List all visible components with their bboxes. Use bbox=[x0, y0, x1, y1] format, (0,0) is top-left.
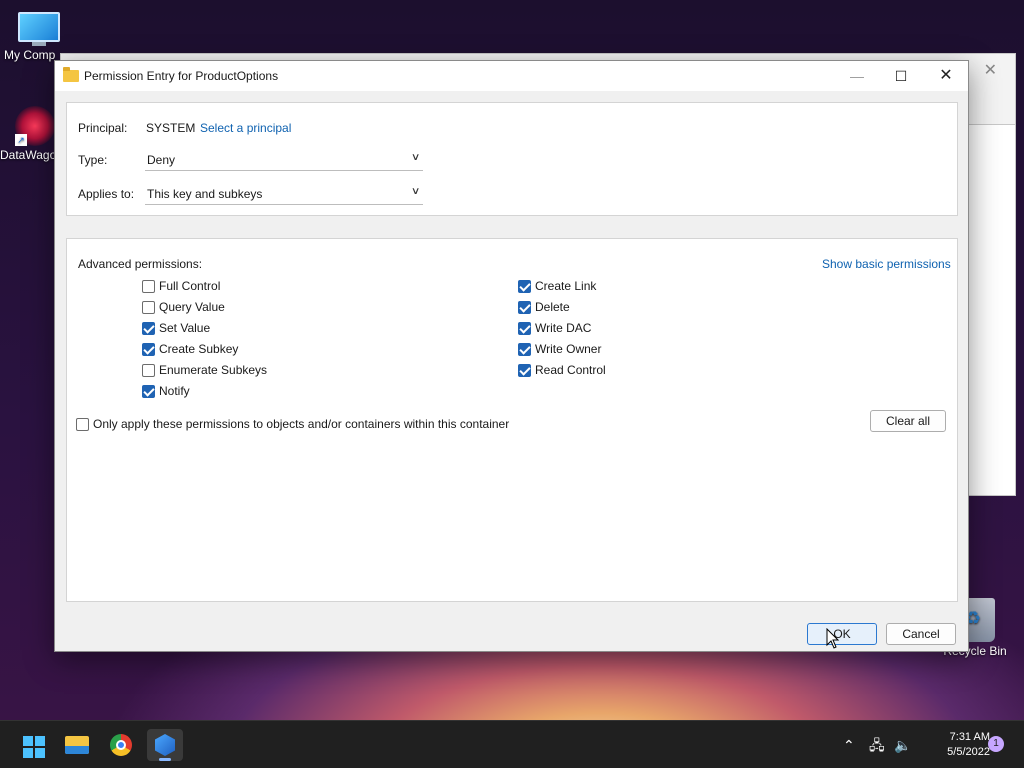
chrome-icon bbox=[110, 734, 132, 756]
permission-checkbox[interactable]: Write Owner bbox=[518, 341, 601, 357]
permission-label: Read Control bbox=[535, 363, 606, 377]
clear-all-button[interactable]: Clear all bbox=[870, 410, 946, 432]
principal-label: Principal: bbox=[78, 121, 128, 135]
background-window-pane bbox=[967, 124, 1015, 495]
clock-date: 5/5/2022 bbox=[947, 746, 990, 758]
taskbar-chrome[interactable] bbox=[103, 729, 139, 761]
chevron-down-icon: ∨ bbox=[410, 152, 421, 163]
principal-panel: Principal: SYSTEM Select a principal Typ… bbox=[66, 102, 958, 216]
checkbox-box[interactable] bbox=[518, 342, 531, 356]
checkbox-box[interactable] bbox=[518, 363, 531, 377]
permission-label: Notify bbox=[159, 384, 190, 398]
clock[interactable]: 7:31 AM 5/5/2022 bbox=[920, 730, 990, 760]
applies-to-label: Applies to: bbox=[78, 187, 135, 201]
checkbox-box[interactable] bbox=[518, 279, 531, 293]
chevron-down-icon: ∨ bbox=[410, 186, 421, 197]
permission-label: Write Owner bbox=[535, 342, 602, 356]
permission-checkbox[interactable]: Notify bbox=[142, 383, 190, 399]
permission-checkbox[interactable]: Enumerate Subkeys bbox=[142, 362, 267, 378]
checkbox-box[interactable] bbox=[142, 321, 155, 335]
type-dropdown-value: Deny bbox=[147, 153, 176, 167]
file-explorer-icon bbox=[65, 736, 89, 754]
advanced-permissions-panel: Advanced permissions: Show basic permiss… bbox=[66, 238, 958, 602]
start-button[interactable] bbox=[14, 729, 50, 761]
chevron-up-icon[interactable]: ⌃ bbox=[843, 721, 855, 768]
permission-checkbox[interactable]: Read Control bbox=[518, 362, 606, 378]
dialog-title: Permission Entry for ProductOptions bbox=[84, 69, 279, 83]
notification-badge[interactable]: 1 bbox=[988, 736, 1004, 752]
applies-to-dropdown-value: This key and subkeys bbox=[147, 187, 263, 201]
permission-entry-dialog: Permission Entry for ProductOptions — ☐ … bbox=[54, 60, 969, 652]
advanced-permissions-label: Advanced permissions: bbox=[78, 257, 203, 271]
checkbox-box[interactable] bbox=[518, 321, 531, 335]
checkbox-box[interactable] bbox=[142, 363, 155, 377]
permission-label: Set Value bbox=[159, 321, 211, 335]
permission-label: Create Subkey bbox=[159, 342, 239, 356]
volume-icon[interactable]: 🔈 bbox=[894, 721, 911, 768]
type-label: Type: bbox=[78, 153, 108, 167]
taskbar: ⌃ 🖧 🔈 7:31 AM 5/5/2022 bbox=[0, 720, 1024, 768]
datawago-logo-icon: ↗ bbox=[15, 106, 55, 146]
checkbox-box[interactable] bbox=[142, 300, 155, 314]
computer-icon bbox=[18, 12, 60, 46]
cancel-button[interactable]: Cancel bbox=[886, 623, 956, 645]
mouse-cursor-icon bbox=[826, 628, 840, 649]
ok-button[interactable]: OK bbox=[807, 623, 877, 645]
checkbox-box[interactable] bbox=[142, 342, 155, 356]
permission-checkbox[interactable]: Set Value bbox=[142, 320, 210, 336]
only-apply-label: Only apply these permissions to objects … bbox=[93, 417, 510, 431]
maximize-button[interactable]: ☐ bbox=[878, 61, 924, 91]
permission-label: Query Value bbox=[159, 300, 225, 314]
checkbox-box[interactable] bbox=[76, 417, 89, 431]
taskbar-datawago[interactable] bbox=[147, 729, 183, 761]
folder-icon bbox=[63, 67, 79, 82]
checkbox-box[interactable] bbox=[518, 300, 531, 314]
only-apply-checkbox[interactable]: Only apply these permissions to objects … bbox=[76, 416, 509, 432]
active-indicator bbox=[159, 758, 171, 761]
network-icon[interactable]: 🖧 bbox=[869, 721, 885, 768]
permission-checkbox[interactable]: Delete bbox=[518, 299, 570, 315]
permission-label: Full Control bbox=[159, 279, 221, 293]
datawago-icon bbox=[155, 734, 175, 756]
select-principal-link[interactable]: Select a principal bbox=[200, 121, 291, 135]
windows-logo-icon bbox=[23, 736, 45, 758]
close-button[interactable]: ✕ bbox=[923, 61, 969, 91]
permission-checkbox[interactable]: Write DAC bbox=[518, 320, 591, 336]
checkbox-box[interactable] bbox=[142, 384, 155, 398]
permission-checkbox[interactable]: Create Subkey bbox=[142, 341, 238, 357]
minimize-button[interactable]: — bbox=[834, 61, 880, 91]
permission-label: Enumerate Subkeys bbox=[159, 363, 268, 377]
permission-checkbox[interactable]: Create Link bbox=[518, 278, 596, 294]
title-bar[interactable]: Permission Entry for ProductOptions — ☐ … bbox=[55, 61, 968, 91]
type-dropdown[interactable]: Deny ∨ bbox=[145, 149, 423, 171]
show-basic-permissions-link[interactable]: Show basic permissions bbox=[822, 257, 951, 271]
close-icon[interactable]: ✕ bbox=[984, 60, 997, 80]
principal-value: SYSTEM bbox=[146, 121, 196, 135]
clock-time: 7:31 AM bbox=[949, 731, 990, 743]
taskbar-file-explorer[interactable] bbox=[59, 729, 95, 761]
permission-checkbox[interactable]: Query Value bbox=[142, 299, 225, 315]
permission-label: Write DAC bbox=[535, 321, 592, 335]
permission-label: Delete bbox=[535, 300, 570, 314]
checkbox-box[interactable] bbox=[142, 279, 155, 293]
permission-checkbox[interactable]: Full Control bbox=[142, 278, 220, 294]
permission-label: Create Link bbox=[535, 279, 597, 293]
applies-to-dropdown[interactable]: This key and subkeys ∨ bbox=[145, 183, 423, 205]
